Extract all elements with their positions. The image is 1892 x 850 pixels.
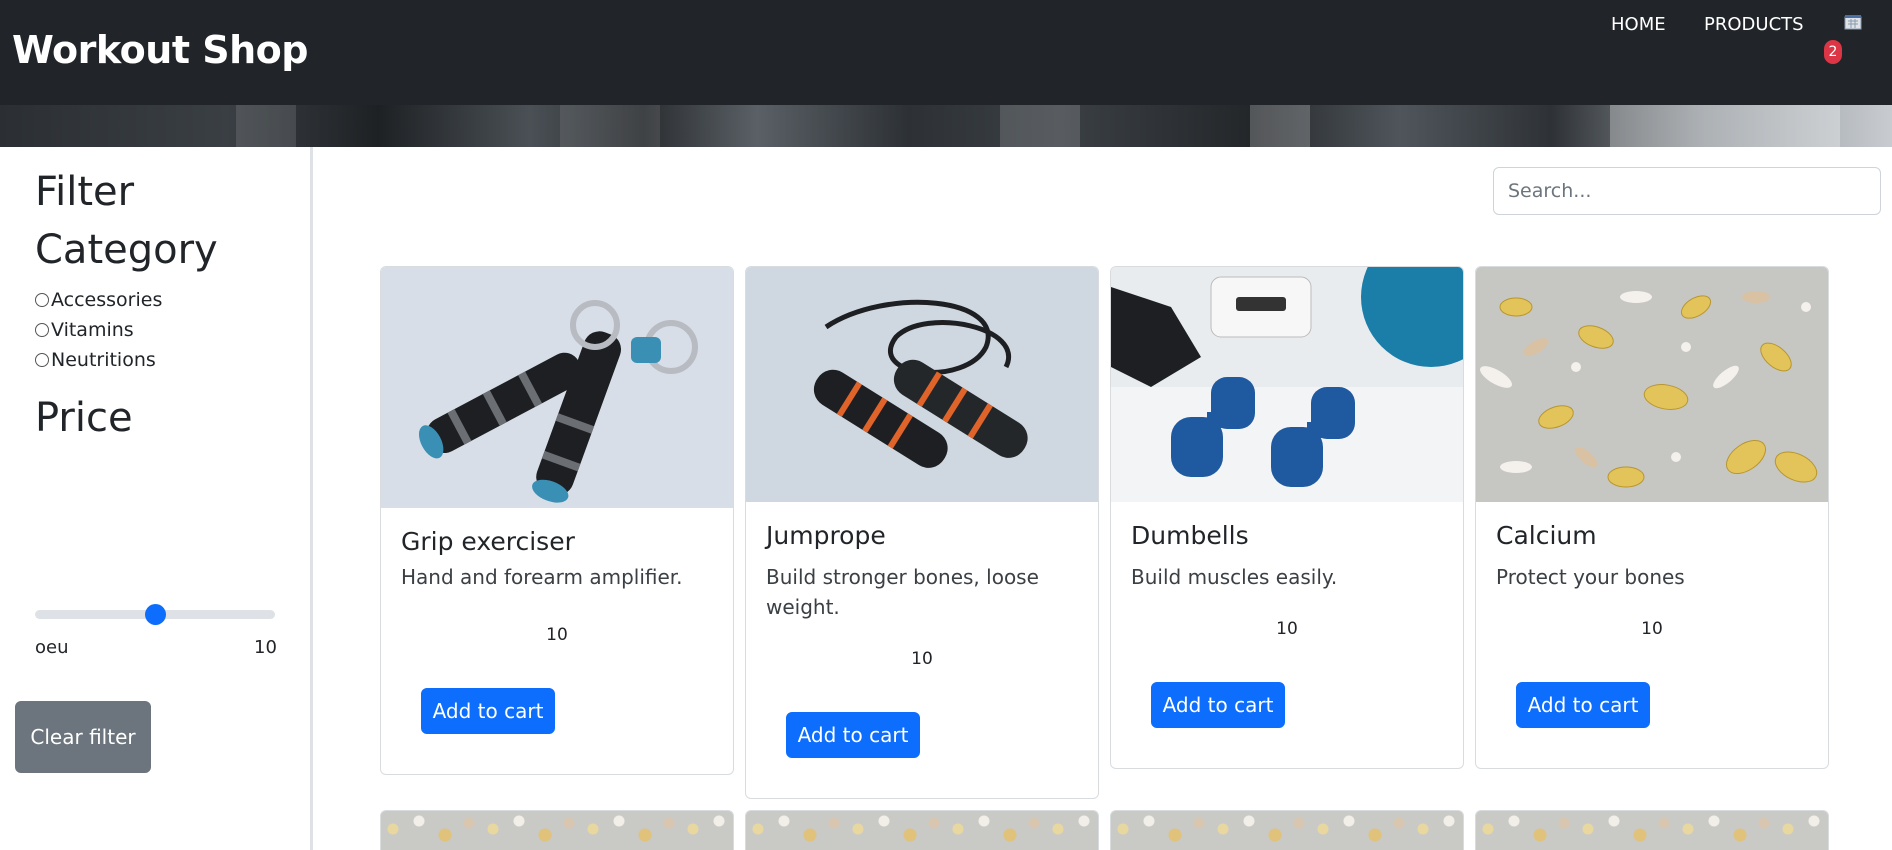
clear-filter-button[interactable]: Clear filter: [15, 701, 151, 773]
product-description: Hand and forearm amplifier.: [401, 565, 683, 589]
category-heading: Category: [35, 227, 218, 273]
product-card-calcium: Calcium Protect your bones 10 Add to car…: [1475, 266, 1829, 769]
grip-exerciser-image[interactable]: [381, 267, 733, 508]
product-name: Dumbells: [1131, 521, 1249, 550]
product-name: Calcium: [1496, 521, 1597, 550]
filter-sidebar: Filter Category Accessories Vitamins Neu…: [0, 147, 313, 850]
product-name: Grip exerciser: [401, 527, 575, 556]
product-description: Build muscles easily.: [1131, 565, 1338, 589]
product-description: Protect your bones: [1496, 565, 1685, 589]
calcium-image[interactable]: [1476, 267, 1828, 502]
navbar: Workout Shop HOME PRODUCTS 2: [0, 0, 1892, 105]
category-label: Accessories: [51, 289, 163, 311]
dumbells-image[interactable]: [1111, 267, 1463, 502]
product-card-grip-exerciser: Grip exerciser Hand and forearm amplifie…: [380, 266, 734, 775]
product-price: 10: [1641, 619, 1663, 639]
product-name: Jumprope: [766, 521, 886, 550]
price-heading: Price: [35, 395, 133, 441]
jumprope-image[interactable]: [746, 267, 1098, 502]
product-card-image-partial[interactable]: [1110, 810, 1464, 850]
brand-logo[interactable]: Workout Shop: [12, 28, 308, 72]
product-price: 10: [1276, 619, 1298, 639]
product-card-jumprope: Jumprope Build stronger bones, loose wei…: [745, 266, 1099, 799]
product-card-image-partial[interactable]: [380, 810, 734, 850]
filter-heading: Filter: [35, 169, 135, 215]
category-label: Neutritions: [51, 349, 156, 371]
nav-home-link[interactable]: HOME: [1611, 14, 1666, 35]
category-option-accessories[interactable]: Accessories: [35, 289, 162, 311]
category-label: Vitamins: [51, 319, 134, 341]
price-range-max: 10: [254, 637, 277, 658]
price-slider-thumb[interactable]: [144, 604, 166, 625]
radio-button[interactable]: [35, 353, 49, 367]
hero-banner-image: [0, 105, 1892, 147]
product-card-dumbells: Dumbells Build muscles easily. 10 Add to…: [1110, 266, 1464, 769]
product-price: 10: [911, 649, 933, 669]
category-option-neutritions[interactable]: Neutritions: [35, 349, 156, 371]
category-option-vitamins[interactable]: Vitamins: [35, 319, 134, 341]
price-range-min: oeu: [35, 637, 69, 658]
cart-icon[interactable]: [1844, 14, 1862, 30]
radio-button[interactable]: [35, 293, 49, 307]
add-to-cart-button[interactable]: Add to cart: [786, 712, 920, 758]
search-input[interactable]: [1493, 167, 1881, 215]
add-to-cart-button[interactable]: Add to cart: [1516, 682, 1650, 728]
cart-count-badge: 2: [1824, 40, 1842, 64]
product-card-image-partial[interactable]: [745, 810, 1099, 850]
product-price: 10: [546, 625, 568, 645]
add-to-cart-button[interactable]: Add to cart: [1151, 682, 1285, 728]
nav-products-link[interactable]: PRODUCTS: [1704, 14, 1804, 35]
product-description: Build stronger bones, loose weight.: [766, 565, 1039, 619]
radio-button[interactable]: [35, 323, 49, 337]
product-card-image-partial[interactable]: [1475, 810, 1829, 850]
add-to-cart-button[interactable]: Add to cart: [421, 688, 555, 734]
